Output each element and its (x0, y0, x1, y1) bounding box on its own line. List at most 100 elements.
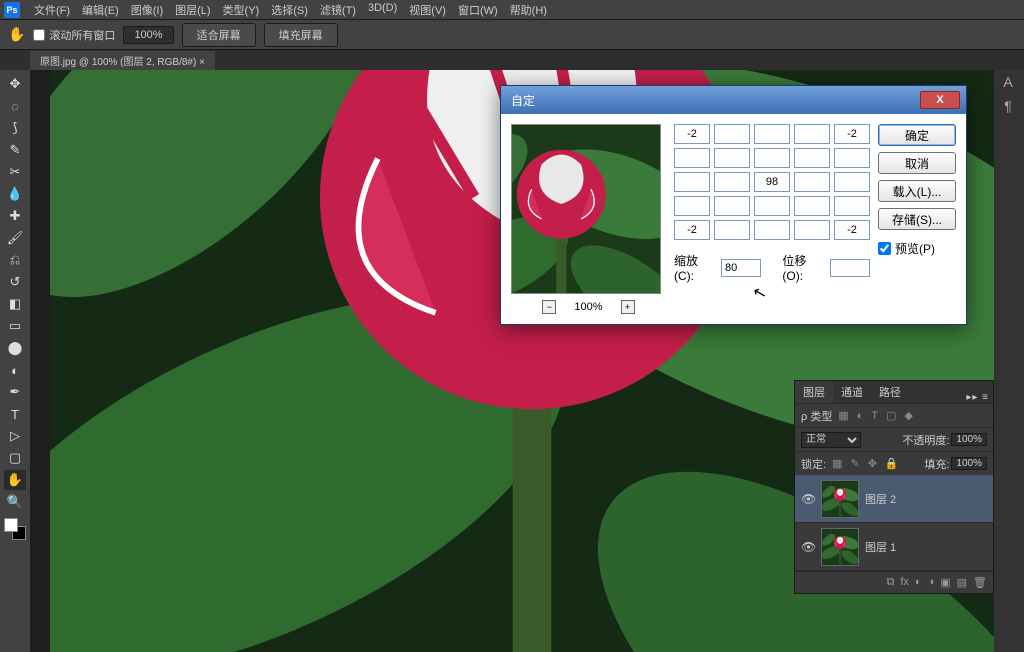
filter-smart-icon[interactable]: ◆ (903, 409, 915, 422)
dodge-tool[interactable]: ◐ (4, 360, 26, 380)
layer-fx-icon[interactable]: fx (900, 576, 909, 589)
lock-all-icon[interactable]: 🔒 (883, 457, 901, 470)
preview-checkbox[interactable]: 预览(P) (878, 240, 956, 257)
blend-mode-select[interactable]: 正常 (801, 432, 861, 448)
lock-brush-icon[interactable]: ✎ (848, 457, 861, 470)
blur-tool[interactable]: ⬤ (4, 338, 26, 358)
menu-item[interactable]: 文件(F) (28, 0, 76, 20)
healing-tool[interactable]: ✚ (4, 206, 26, 226)
zoom-out-button[interactable]: − (542, 300, 556, 314)
filter-type-icon[interactable]: T (869, 410, 880, 422)
stamp-tool[interactable]: ⎌ (4, 250, 26, 270)
matrix-cell-2-1[interactable] (714, 172, 750, 192)
matrix-cell-3-3[interactable] (794, 196, 830, 216)
menu-item[interactable]: 图像(I) (125, 0, 169, 20)
matrix-cell-1-0[interactable] (674, 148, 710, 168)
matrix-cell-3-0[interactable] (674, 196, 710, 216)
link-layers-icon[interactable]: ⧉ (886, 576, 894, 589)
matrix-cell-3-1[interactable] (714, 196, 750, 216)
menu-item[interactable]: 选择(S) (265, 0, 314, 20)
fill-value[interactable]: 100% (951, 457, 987, 470)
lasso-tool[interactable]: ⟆ (4, 118, 26, 138)
zoom-in-button[interactable]: + (621, 300, 635, 314)
filter-pixel-icon[interactable]: ▦ (836, 409, 850, 422)
panel-menu-icon[interactable]: ▸▸ ≡ (962, 392, 993, 403)
gradient-tool[interactable]: ▭ (4, 316, 26, 336)
matrix-cell-0-4[interactable] (834, 124, 870, 144)
lock-pixels-icon[interactable]: ▦ (830, 457, 844, 470)
matrix-cell-1-4[interactable] (834, 148, 870, 168)
move-tool[interactable]: ✥ (4, 74, 26, 94)
matrix-cell-4-3[interactable] (794, 220, 830, 240)
document-tab[interactable]: 原图.jpg @ 100% (图层 2, RGB/8#) × (30, 51, 215, 70)
layer-thumbnail[interactable] (821, 480, 859, 518)
shape-tool[interactable]: ▢ (4, 448, 26, 468)
matrix-cell-0-2[interactable] (754, 124, 790, 144)
zoom-tool[interactable]: 🔍 (4, 492, 26, 512)
matrix-cell-1-3[interactable] (794, 148, 830, 168)
matrix-cell-4-2[interactable] (754, 220, 790, 240)
path-select-tool[interactable]: ▷ (4, 426, 26, 446)
eraser-tool[interactable]: ◧ (4, 294, 26, 314)
menu-item[interactable]: 滤镜(T) (314, 0, 362, 20)
menu-item[interactable]: 编辑(E) (76, 0, 125, 20)
matrix-cell-0-1[interactable] (714, 124, 750, 144)
lock-position-icon[interactable]: ✥ (866, 457, 879, 470)
scroll-all-checkbox[interactable]: 滚动所有窗口 (33, 27, 115, 43)
ok-button[interactable]: 确定 (878, 124, 956, 146)
layer-item[interactable]: 👁图层 2 (795, 475, 993, 523)
menu-item[interactable]: 帮助(H) (504, 0, 553, 20)
layer-thumbnail[interactable] (821, 528, 859, 566)
filter-shape-icon[interactable]: ▢ (884, 409, 898, 422)
matrix-cell-1-2[interactable] (754, 148, 790, 168)
menu-item[interactable]: 图层(L) (169, 0, 216, 20)
menu-item[interactable]: 3D(D) (362, 0, 403, 20)
visibility-toggle[interactable]: 👁 (801, 492, 815, 506)
matrix-cell-2-0[interactable] (674, 172, 710, 192)
save-button[interactable]: 存储(S)... (878, 208, 956, 230)
matrix-cell-0-3[interactable] (794, 124, 830, 144)
cancel-button[interactable]: 取消 (878, 152, 956, 174)
adjustment-layer-icon[interactable]: ◑ (928, 576, 935, 589)
marquee-tool[interactable]: ◌ (4, 96, 26, 116)
pen-tool[interactable]: ✒ (4, 382, 26, 402)
quick-select-tool[interactable]: ✎ (4, 140, 26, 160)
panel-tab[interactable]: 通道 (833, 381, 871, 403)
matrix-cell-2-2[interactable] (754, 172, 790, 192)
filter-adjust-icon[interactable]: ◐ (855, 410, 866, 422)
crop-tool[interactable]: ✂ (4, 162, 26, 182)
menu-item[interactable]: 类型(Y) (217, 0, 266, 20)
load-button[interactable]: 载入(L)... (878, 180, 956, 202)
color-swatches[interactable] (4, 518, 26, 540)
menu-item[interactable]: 窗口(W) (452, 0, 504, 20)
matrix-cell-4-4[interactable] (834, 220, 870, 240)
hand-tool[interactable]: ✋ (4, 470, 26, 490)
foreground-color-swatch[interactable] (4, 518, 18, 532)
panel-tab[interactable]: 路径 (871, 381, 909, 403)
fit-screen-button[interactable]: 适合屏幕 (182, 23, 256, 47)
fill-screen-button[interactable]: 填充屏幕 (264, 23, 338, 47)
zoom-percent[interactable]: 100% (123, 26, 173, 44)
dialog-titlebar[interactable]: 自定 X (501, 86, 966, 114)
filter-preview[interactable] (511, 124, 661, 294)
delete-layer-icon[interactable]: 🗑 (973, 576, 987, 589)
character-panel-icon[interactable]: A (994, 70, 1022, 94)
matrix-cell-0-0[interactable] (674, 124, 710, 144)
matrix-cell-1-1[interactable] (714, 148, 750, 168)
offset-input[interactable] (830, 259, 870, 277)
paragraph-panel-icon[interactable]: ¶ (994, 94, 1022, 118)
panel-tab[interactable]: 图层 (795, 381, 833, 403)
close-button[interactable]: X (920, 91, 960, 109)
matrix-cell-2-3[interactable] (794, 172, 830, 192)
layer-group-icon[interactable]: ▣ (940, 576, 950, 589)
history-brush-tool[interactable]: ↺ (4, 272, 26, 292)
scale-input[interactable] (721, 259, 761, 277)
new-layer-icon[interactable]: ▤ (957, 576, 967, 589)
menu-item[interactable]: 视图(V) (403, 0, 452, 20)
matrix-cell-3-4[interactable] (834, 196, 870, 216)
type-tool[interactable]: T (4, 404, 26, 424)
brush-tool[interactable]: 🖌 (4, 228, 26, 248)
matrix-cell-3-2[interactable] (754, 196, 790, 216)
layer-mask-icon[interactable]: ◐ (915, 576, 922, 589)
opacity-value[interactable]: 100% (951, 433, 987, 446)
